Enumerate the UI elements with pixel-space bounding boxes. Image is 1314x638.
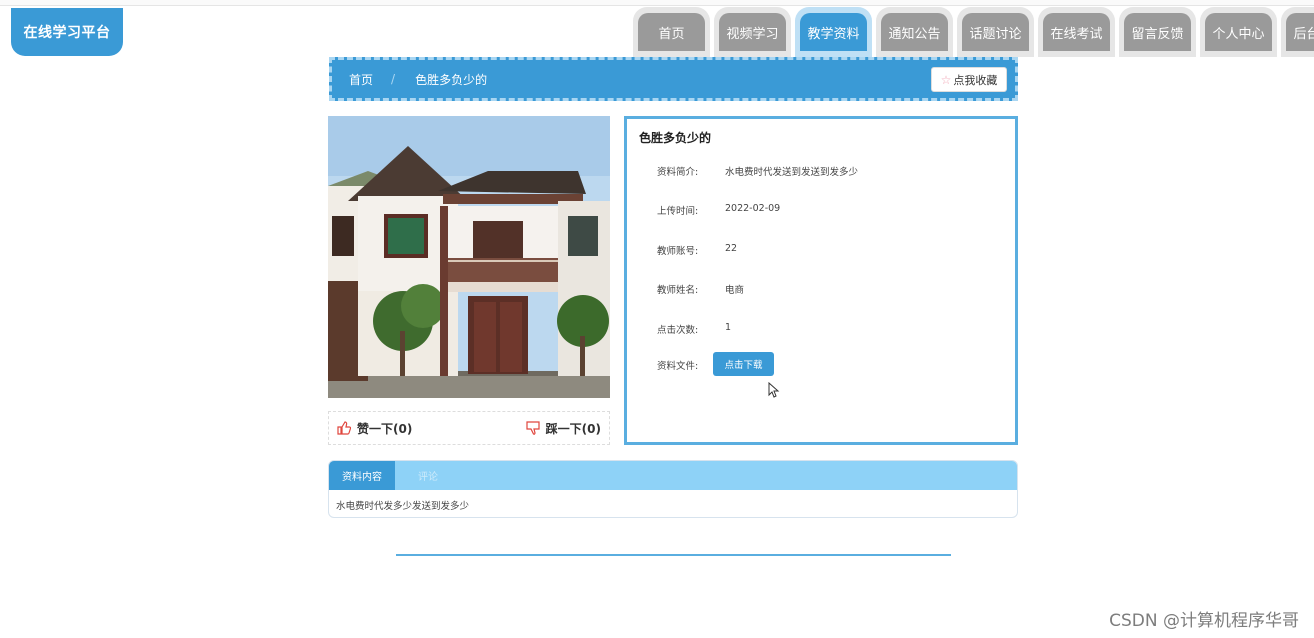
main-nav: 首页 视频学习 教学资料 通知公告 话题讨论 在线考试 留言反馈 个人中心 后台… (633, 7, 1314, 57)
info-label: 上传时间: (657, 206, 699, 217)
star-icon: ☆ (940, 72, 952, 87)
nav-tab-label: 个人中心 (1205, 13, 1272, 51)
nav-tab-home[interactable]: 首页 (633, 7, 710, 57)
nav-tab-exam[interactable]: 在线考试 (1038, 7, 1115, 57)
material-title: 色胜多负少的 (639, 131, 712, 145)
tab-comments[interactable]: 评论 (395, 461, 461, 490)
info-label: 点击次数: (657, 325, 699, 336)
info-row-intro: 资料简介: 水电费时代发送到发送到发多少 (657, 164, 858, 178)
nav-tab-feedback[interactable]: 留言反馈 (1119, 7, 1196, 57)
info-value: 水电费时代发送到发送到发多少 (725, 167, 859, 178)
like-button[interactable]: 赞一下(0) (337, 420, 412, 437)
material-detail-panel: 资料内容 评论 水电费时代发多少发送到发多少 (328, 460, 1018, 518)
breadcrumb-current: 色胜多负少的 (415, 72, 488, 87)
nav-tab-admin[interactable]: 后台管理 (1281, 7, 1314, 57)
dislike-label: 踩一下(0) (545, 421, 601, 436)
nav-tab-label: 后台管理 (1286, 13, 1314, 51)
dislike-button[interactable]: 踩一下(0) (526, 420, 601, 437)
detail-tabs: 资料内容 评论 (329, 461, 1017, 490)
thumbs-up-icon (337, 421, 352, 435)
like-label: 赞一下(0) (357, 421, 413, 436)
info-row-click-count: 点击次数: 1 (657, 322, 731, 336)
nav-tab-materials[interactable]: 教学资料 (795, 7, 872, 57)
favorite-button-label: 点我收藏 (953, 73, 998, 87)
nav-tab-label: 话题讨论 (962, 13, 1029, 51)
info-label: 教师账号: (657, 246, 699, 257)
vote-bar: 赞一下(0) 踩一下(0) (328, 411, 610, 445)
nav-tab-notices[interactable]: 通知公告 (876, 7, 953, 57)
info-row-teacher-account: 教师账号: 22 (657, 243, 737, 257)
favorite-button[interactable]: ☆ 点我收藏 (931, 67, 1007, 92)
nav-tab-profile[interactable]: 个人中心 (1200, 7, 1277, 57)
info-label: 教师姓名: (657, 285, 699, 296)
nav-tab-label: 通知公告 (881, 13, 948, 51)
thumbs-down-icon (526, 421, 540, 435)
watermark-text: CSDN @计算机程序华哥 (1109, 611, 1299, 631)
site-logo[interactable]: 在线学习平台 (11, 8, 123, 56)
nav-tab-label: 首页 (638, 13, 705, 51)
info-row-upload-time: 上传时间: 2022-02-09 (657, 203, 780, 217)
material-content-text: 水电费时代发多少发送到发多少 (336, 501, 470, 512)
house-photo (328, 116, 610, 398)
info-row-teacher-name: 教师姓名: 电商 (657, 282, 744, 296)
material-cover-image (328, 116, 610, 398)
info-value: 22 (725, 243, 738, 254)
nav-tab-label: 留言反馈 (1124, 13, 1191, 51)
info-value: 1 (725, 322, 732, 333)
mouse-cursor-icon (768, 382, 780, 398)
info-label: 资料简介: (657, 167, 699, 178)
info-value: 2022-02-09 (725, 203, 781, 214)
breadcrumb-home-link[interactable]: 首页 (349, 71, 373, 88)
footer-divider (396, 554, 951, 556)
nav-tab-label: 视频学习 (719, 13, 786, 51)
nav-tab-label: 教学资料 (800, 13, 867, 51)
nav-tab-video[interactable]: 视频学习 (714, 7, 791, 57)
download-button[interactable]: 点击下载 (713, 352, 774, 376)
breadcrumb: 首页 / 色胜多负少的 ☆ 点我收藏 (329, 57, 1018, 101)
material-info-panel: 色胜多负少的 资料简介: 水电费时代发送到发送到发多少 上传时间: 2022-02-… (624, 116, 1018, 445)
top-border (0, 0, 1314, 6)
breadcrumb-separator: / (391, 72, 396, 86)
nav-tab-label: 在线考试 (1043, 13, 1110, 51)
nav-tab-topics[interactable]: 话题讨论 (957, 7, 1034, 57)
info-value: 电商 (725, 285, 745, 296)
tab-material-content[interactable]: 资料内容 (329, 461, 395, 490)
